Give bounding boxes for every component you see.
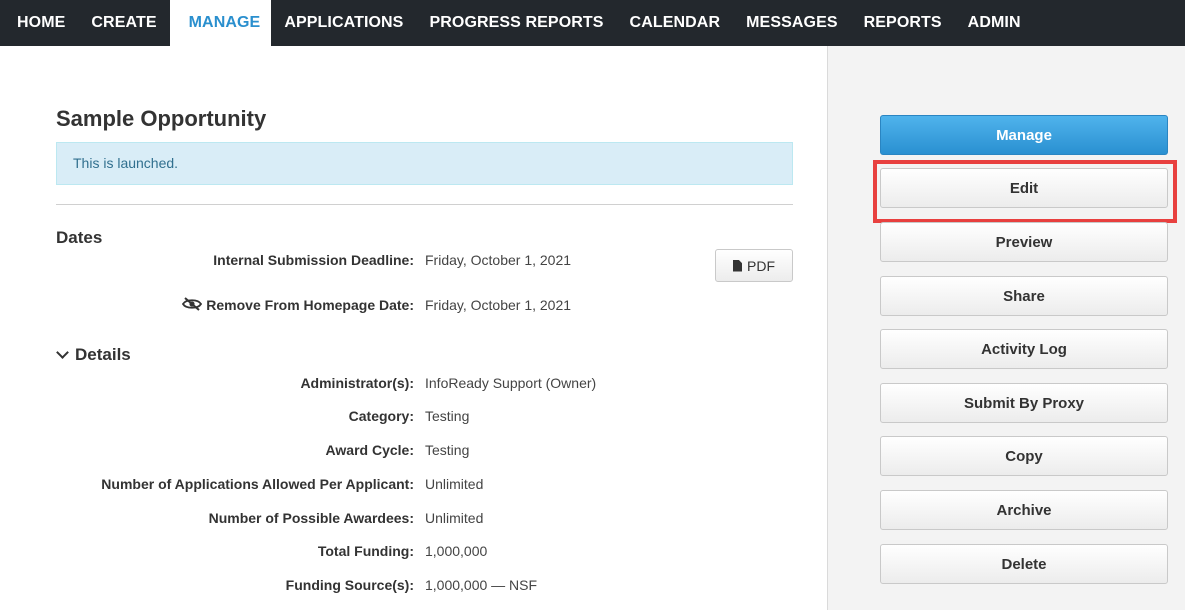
internal-deadline-label: Internal Submission Deadline: [56, 252, 425, 268]
detail-label: Funding Source(s): [285, 577, 414, 593]
detail-value: Unlimited [425, 476, 484, 492]
status-alert: This is launched. [56, 142, 793, 185]
divider [56, 204, 793, 205]
detail-label: Administrator(s): [300, 375, 414, 391]
detail-row: Funding Source(s): 1,000,000 — NSF [56, 575, 793, 595]
remove-homepage-label: Remove From Homepage Date: [56, 296, 425, 314]
top-navigation: HOME CREATE MANAGE APPLICATIONS PROGRESS… [0, 0, 1185, 46]
detail-value: Testing [425, 408, 470, 424]
detail-row: Number of Possible Awardees: Unlimited [56, 508, 793, 528]
detail-value: InfoReady Support (Owner) [425, 375, 597, 391]
detail-label: Number of Possible Awardees: [208, 510, 414, 526]
copy-button[interactable]: Copy [880, 436, 1168, 476]
detail-label: Number of Applications Allowed Per Appli… [101, 476, 414, 492]
nav-manage[interactable]: MANAGE [169, 0, 272, 46]
edit-button[interactable]: Edit [880, 168, 1168, 208]
eye-slash-icon [182, 296, 203, 314]
detail-value: 1,000,000 [425, 543, 488, 559]
nav-home[interactable]: HOME [4, 0, 78, 46]
internal-deadline-label-text: Internal Submission Deadline: [213, 252, 414, 268]
submit-by-proxy-button[interactable]: Submit By Proxy [880, 383, 1168, 423]
preview-button[interactable]: Preview [880, 222, 1168, 262]
nav-calendar[interactable]: CALENDAR [617, 0, 734, 46]
internal-deadline-value: Friday, October 1, 2021 [425, 252, 572, 268]
detail-row: Total Funding: 1,000,000 [56, 541, 793, 561]
internal-deadline-row: Internal Submission Deadline: Friday, Oc… [56, 250, 793, 270]
manage-button[interactable]: Manage [880, 115, 1168, 155]
nav-progress-reports[interactable]: PROGRESS REPORTS [416, 0, 616, 46]
detail-value: Unlimited [425, 510, 484, 526]
detail-label: Category: [348, 408, 414, 424]
detail-row: Number of Applications Allowed Per Appli… [56, 474, 793, 494]
pdf-button[interactable]: PDF [715, 249, 793, 282]
archive-button[interactable]: Archive [880, 490, 1168, 530]
share-button[interactable]: Share [880, 276, 1168, 316]
details-toggle[interactable]: Details [55, 345, 131, 365]
chevron-down-icon [56, 346, 69, 359]
page-title: Sample Opportunity [56, 106, 267, 131]
remove-homepage-value: Friday, October 1, 2021 [425, 297, 572, 313]
detail-label: Total Funding: [317, 543, 414, 559]
delete-button[interactable]: Delete [880, 544, 1168, 584]
pdf-button-label: PDF [747, 257, 775, 274]
file-icon [733, 259, 742, 272]
details-heading-label: Details [75, 345, 131, 364]
actions-sidebar: Manage Edit Preview Share Activity Log S… [827, 46, 1185, 610]
remove-homepage-row: Remove From Homepage Date: Friday, Octob… [56, 295, 793, 315]
detail-value: 1,000,000 — NSF [425, 577, 538, 593]
detail-value: Testing [425, 442, 470, 458]
detail-label: Award Cycle: [325, 442, 414, 458]
dates-heading: Dates [56, 228, 102, 248]
dates-heading-label: Dates [56, 228, 103, 247]
nav-applications[interactable]: APPLICATIONS [271, 0, 416, 46]
detail-row: Category: Testing [56, 406, 793, 426]
nav-create[interactable]: CREATE [78, 0, 169, 46]
detail-row: Administrator(s): InfoReady Support (Own… [56, 373, 793, 393]
nav-messages[interactable]: MESSAGES [733, 0, 851, 46]
detail-row: Award Cycle: Testing [56, 440, 793, 460]
nav-reports[interactable]: REPORTS [851, 0, 955, 46]
nav-admin[interactable]: ADMIN [955, 0, 1034, 46]
remove-homepage-label-text: Remove From Homepage Date: [206, 297, 414, 313]
activity-log-button[interactable]: Activity Log [880, 329, 1168, 369]
